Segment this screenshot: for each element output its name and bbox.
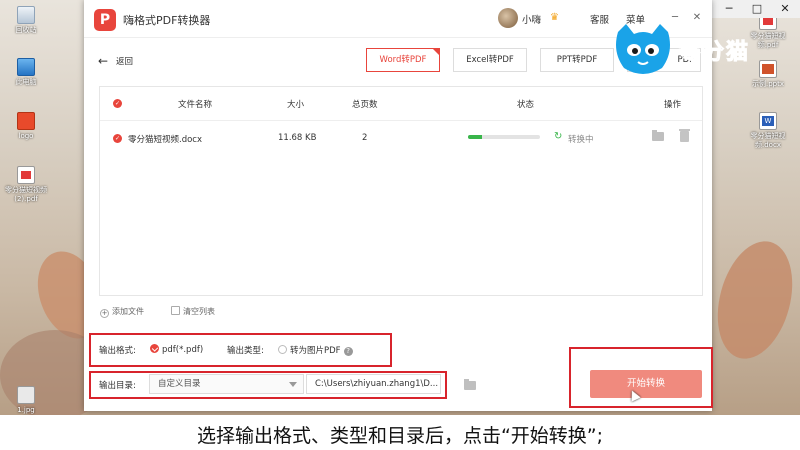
column-header-status: 状态 [517, 100, 535, 110]
desktop-icon-label: 1.jpg [17, 406, 35, 414]
background-shape [705, 232, 800, 368]
trash-icon [171, 306, 180, 315]
outer-close-icon[interactable]: ✕ [770, 0, 800, 18]
desktop-icon-label: 此电脑 [15, 78, 37, 86]
column-header-name: 文件名称 [178, 100, 213, 110]
select-all-checkbox[interactable]: ✓ [113, 99, 122, 108]
progress-fill [468, 135, 483, 139]
table-header: ✓ 文件名称 大小 总页数 状态 操作 [100, 87, 702, 121]
desktop-icon-label: 零分猫短视频(2).pdf [5, 186, 47, 203]
column-header-pages: 总页数 [352, 100, 378, 110]
back-button[interactable]: 返回 [116, 55, 133, 67]
back-arrow-icon[interactable]: ← [98, 54, 108, 68]
service-button[interactable]: 客服 [590, 12, 609, 26]
desktop-icon-this-pc[interactable]: 此电脑 [0, 58, 52, 87]
trash-icon[interactable] [679, 129, 690, 142]
file-pages: 2 [362, 133, 368, 143]
file-size: 11.68 KB [278, 133, 317, 143]
outer-minimize-icon[interactable]: ─ [714, 0, 744, 18]
highlight-output-options [89, 333, 392, 367]
table-row: ✓ 零分猫短视频.docx 11.68 KB 2 ↻ 转换中 [100, 121, 702, 155]
image-file-icon [17, 112, 35, 130]
open-folder-icon[interactable] [652, 130, 664, 141]
ppt-file-icon [759, 60, 777, 78]
highlight-start-button [569, 347, 713, 408]
desktop-icon-label: 示例.pptx [752, 80, 784, 88]
refresh-icon: ↻ [554, 131, 563, 142]
watermark-text: 零分猫 [677, 40, 751, 66]
outer-maximize-icon[interactable]: □ [742, 0, 772, 18]
avatar[interactable] [498, 8, 518, 28]
conversion-progress-bar [468, 135, 540, 139]
add-file-label: 添加文件 [112, 307, 144, 316]
file-name: 零分猫短视频.docx [128, 135, 203, 145]
row-checkbox[interactable]: ✓ [113, 134, 122, 143]
clear-list-button[interactable]: 清空列表 [171, 306, 215, 317]
highlight-output-dir [89, 371, 447, 399]
column-header-size: 大小 [287, 100, 305, 110]
tab-excel-to-pdf[interactable]: Excel转PDF [453, 48, 527, 72]
desktop-icon-pdf-2[interactable]: 零分猫短视频(2).pdf [0, 166, 52, 204]
desktop-icon-label: 回收站 [15, 26, 37, 34]
plus-icon: + [100, 309, 109, 318]
desktop-icon-recycle-bin[interactable]: 回收站 [0, 6, 52, 35]
clear-list-label: 清空列表 [183, 307, 215, 316]
app-title: 嗨格式PDF转换器 [123, 14, 211, 27]
desktop-icon-label: logo [18, 132, 34, 140]
computer-icon [17, 58, 35, 76]
tab-ppt-to-pdf[interactable]: PPT转PDF [540, 48, 614, 72]
crown-icon: ♛ [550, 12, 559, 23]
status-text: 转换中 [568, 135, 594, 145]
pdf-file-icon [17, 166, 35, 184]
subtitle-text: 选择输出格式、类型和目录后，点击“开始转换”; [196, 425, 604, 447]
close-icon[interactable]: ✕ [688, 9, 706, 27]
file-table: ✓ 文件名称 大小 总页数 状态 操作 ✓ 零分猫短视频.docx 11.68 … [99, 86, 703, 296]
desktop-icon-jpg[interactable]: 1.jpg [0, 386, 52, 415]
desktop-icon-docx[interactable]: 零分猫短视频.docx [742, 112, 794, 150]
column-header-operations: 操作 [664, 100, 682, 110]
tab-word-to-pdf[interactable]: Word转PDF [366, 48, 440, 72]
add-file-button[interactable]: + 添加文件 [100, 306, 144, 318]
desktop-icon-logo[interactable]: logo [0, 112, 52, 141]
user-name[interactable]: 小嗨 [522, 12, 541, 26]
recycle-bin-icon [17, 6, 35, 24]
cat-logo-icon [616, 24, 670, 74]
image-file-icon [17, 386, 35, 404]
app-logo-icon: P [94, 9, 116, 31]
desktop-icon-label: 零分猫短视频.docx [750, 132, 786, 149]
browse-folder-icon[interactable] [464, 379, 476, 390]
word-file-icon [759, 112, 777, 130]
